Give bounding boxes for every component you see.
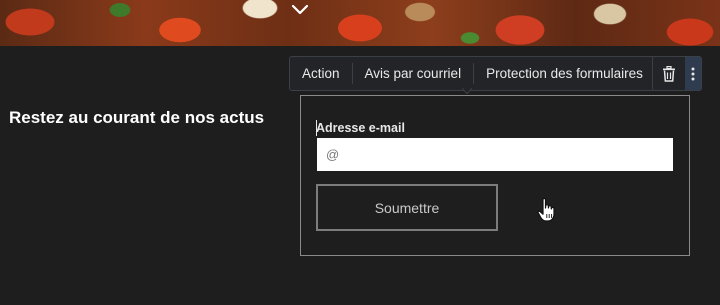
hand-pointer-cursor-icon xyxy=(537,197,555,222)
toolbar-action-label: Action xyxy=(302,66,340,81)
form-toolbar: Action Avis par courriel Protection des … xyxy=(289,56,656,91)
text-caret xyxy=(316,120,317,136)
newsletter-heading: Restez au courant de nos actus xyxy=(9,108,265,127)
toolbar-email-notice-button[interactable]: Avis par courriel xyxy=(353,57,474,90)
toolbar-email-notice-label: Avis par courriel xyxy=(364,66,462,81)
more-options-button[interactable] xyxy=(685,57,701,90)
newsletter-form-box xyxy=(300,95,690,256)
email-field[interactable] xyxy=(317,138,673,171)
email-field-label: Adresse e-mail xyxy=(316,121,405,135)
delete-button[interactable] xyxy=(653,57,685,90)
submit-button[interactable]: Soumettre xyxy=(316,184,498,231)
toolbar-pointer-caret xyxy=(462,88,472,94)
more-vertical-icon xyxy=(691,67,695,80)
toolbar-form-protection-button[interactable]: Protection des formulaires xyxy=(474,57,655,90)
toolbar-form-protection-label: Protection des formulaires xyxy=(486,66,643,81)
toolbar-icon-group xyxy=(652,56,702,91)
chevron-down-icon[interactable] xyxy=(290,3,310,17)
toolbar-action-button[interactable]: Action xyxy=(290,57,352,90)
trash-icon xyxy=(663,65,675,82)
hero-food-image xyxy=(0,0,720,46)
